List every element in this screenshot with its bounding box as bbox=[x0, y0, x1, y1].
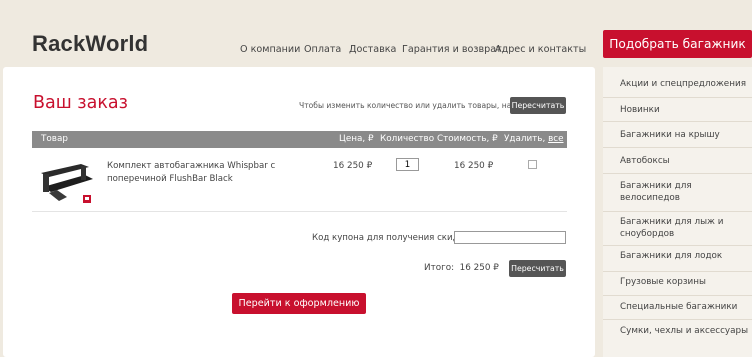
sidebar-item-ski-racks[interactable]: Багажники для лыж и сноубордов bbox=[603, 212, 752, 246]
coupon-label: Код купона для получения скидки: bbox=[312, 233, 473, 243]
product-name[interactable]: Комплект автобагажника Whispbar с попере… bbox=[107, 160, 322, 186]
sidebar-item-label: Багажники для лыж и сноубордов bbox=[620, 217, 724, 239]
col-delete: Удалить, все bbox=[504, 131, 564, 148]
product-price: 16 250 ₽ bbox=[333, 161, 373, 171]
total-label: Итого: bbox=[424, 263, 455, 273]
sidebar-item-label: Автобоксы bbox=[620, 156, 670, 166]
sidebar-item-bags-accessories[interactable]: Сумки, чехлы и аксессуары bbox=[603, 320, 752, 357]
sidebar-item-label: Багажники на крышу bbox=[620, 130, 720, 140]
sidebar-item-label: Багажники для велосипедов bbox=[620, 181, 692, 203]
sidebar-item-roof-boxes[interactable]: Автобоксы bbox=[603, 148, 752, 174]
quantity-input[interactable] bbox=[396, 158, 419, 171]
col-price: Цена, ₽ bbox=[339, 134, 374, 144]
sidebar-item-boat-racks[interactable]: Багажники для лодок bbox=[603, 246, 752, 272]
row-divider bbox=[32, 211, 567, 212]
sidebar-item-cargo-baskets[interactable]: Грузовые корзины bbox=[603, 272, 752, 296]
pick-rack-button[interactable]: Подобрать багажник bbox=[603, 30, 752, 58]
coupon-input[interactable] bbox=[454, 231, 566, 244]
nav-contacts[interactable]: Адрес и контакты bbox=[495, 44, 586, 55]
nav-payment[interactable]: Оплата bbox=[304, 44, 341, 55]
col-product: Товар bbox=[41, 134, 68, 144]
sidebar-item-label: Специальные багажники bbox=[620, 302, 738, 312]
col-quantity: Количество bbox=[380, 134, 435, 144]
col-delete-label: Удалить, bbox=[504, 134, 546, 144]
col-cost: Стоимость, ₽ bbox=[437, 134, 498, 144]
checkout-button[interactable]: Перейти к оформлению bbox=[232, 293, 366, 314]
sidebar-item-roof-racks[interactable]: Багажники на крышу bbox=[603, 122, 752, 148]
page-title: Ваш заказ bbox=[33, 93, 128, 113]
sidebar-item-label: Сумки, чехлы и аксессуары bbox=[620, 326, 749, 336]
site-logo[interactable]: RackWorld bbox=[32, 31, 148, 57]
sidebar-item-promotions[interactable]: Акции и спецпредложения bbox=[603, 67, 752, 98]
category-sidebar: Акции и спецпредложения Новинки Багажник… bbox=[603, 67, 752, 357]
sidebar-item-label: Грузовые корзины bbox=[620, 277, 706, 287]
sidebar-item-label: Акции и спецпредложения bbox=[620, 79, 746, 89]
cart-panel: Ваш заказ Чтобы изменить количество или … bbox=[3, 67, 595, 357]
recalc-hint: Чтобы изменить количество или удалить то… bbox=[299, 101, 538, 110]
sidebar-item-bike-racks[interactable]: Багажники для велосипедов bbox=[603, 174, 752, 212]
cart-table-header: Товар Цена, ₽ Количество Стоимость, ₽ Уд… bbox=[32, 131, 567, 148]
recalculate-button-top[interactable]: Пересчитать bbox=[510, 97, 566, 114]
roof-rack-bars-image[interactable] bbox=[37, 157, 97, 207]
delete-all-link[interactable]: все bbox=[548, 134, 563, 144]
nav-delivery[interactable]: Доставка bbox=[349, 44, 396, 55]
sidebar-item-special-racks[interactable]: Специальные багажники bbox=[603, 296, 752, 320]
delete-checkbox[interactable] bbox=[528, 160, 537, 169]
sidebar-item-new[interactable]: Новинки bbox=[603, 98, 752, 122]
recalculate-button-bottom[interactable]: Пересчитать bbox=[509, 260, 566, 277]
nav-warranty[interactable]: Гарантия и возврат bbox=[402, 44, 502, 55]
sidebar-item-label: Багажники для лодок bbox=[620, 251, 723, 261]
nav-about[interactable]: О компании bbox=[240, 44, 300, 55]
product-cost: 16 250 ₽ bbox=[454, 161, 494, 171]
sidebar-item-label: Новинки bbox=[620, 105, 660, 115]
order-total: Итого: 16 250 ₽ bbox=[424, 263, 499, 273]
total-value: 16 250 ₽ bbox=[459, 263, 499, 273]
